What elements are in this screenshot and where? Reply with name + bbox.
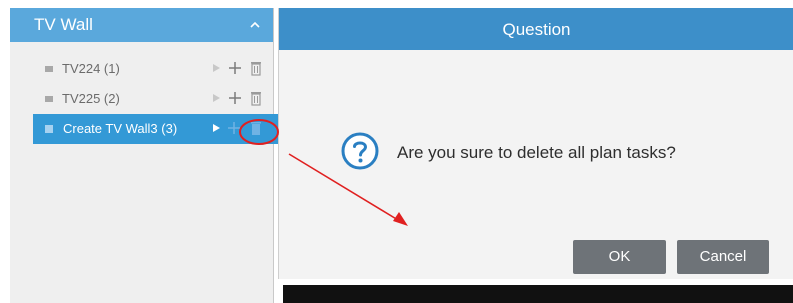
tv-wall-icon	[45, 96, 53, 102]
tree-item-label: Create TV Wall3 (3)	[63, 121, 178, 136]
video-area-edge	[283, 285, 793, 303]
plus-icon[interactable]	[227, 89, 243, 107]
question-circle-icon	[341, 132, 379, 170]
tv-wall-panel: TV Wall TV224 (1) TV225 (2) Create TV Wa…	[10, 8, 281, 303]
tree-item-tv225[interactable]: TV225 (2)	[10, 84, 273, 114]
tv-wall-icon	[45, 66, 53, 72]
trash-icon[interactable]	[248, 59, 264, 77]
dialog-title-bar[interactable]: Question	[279, 8, 793, 50]
panel-title: TV Wall	[34, 15, 93, 34]
trash-icon[interactable]	[248, 89, 264, 107]
tree-item-create-tv-wall3[interactable]: Create TV Wall3 (3)	[33, 114, 281, 144]
play-icon[interactable]	[209, 89, 225, 107]
play-icon[interactable]	[209, 59, 225, 77]
ok-button[interactable]: OK	[573, 240, 666, 274]
tv-wall-icon	[45, 125, 53, 133]
tree-item-tv224[interactable]: TV224 (1)	[10, 54, 273, 84]
plus-icon[interactable]	[226, 119, 242, 137]
dialog-message: Are you sure to delete all plan tasks?	[397, 143, 676, 162]
cancel-button[interactable]: Cancel	[677, 240, 769, 274]
screen: TV Wall TV224 (1) TV225 (2) Create TV Wa…	[0, 0, 793, 303]
tv-wall-list: TV224 (1) TV225 (2) Create TV Wall3 (3)	[10, 54, 281, 144]
panel-header[interactable]: TV Wall	[10, 8, 273, 42]
plus-icon[interactable]	[227, 59, 243, 77]
trash-icon[interactable]	[248, 119, 264, 137]
play-icon[interactable]	[209, 119, 225, 137]
tree-item-label: TV225 (2)	[62, 91, 120, 106]
chevron-up-icon[interactable]	[247, 17, 263, 33]
dialog-title: Question	[502, 20, 571, 39]
tree-item-label: TV224 (1)	[62, 61, 120, 76]
